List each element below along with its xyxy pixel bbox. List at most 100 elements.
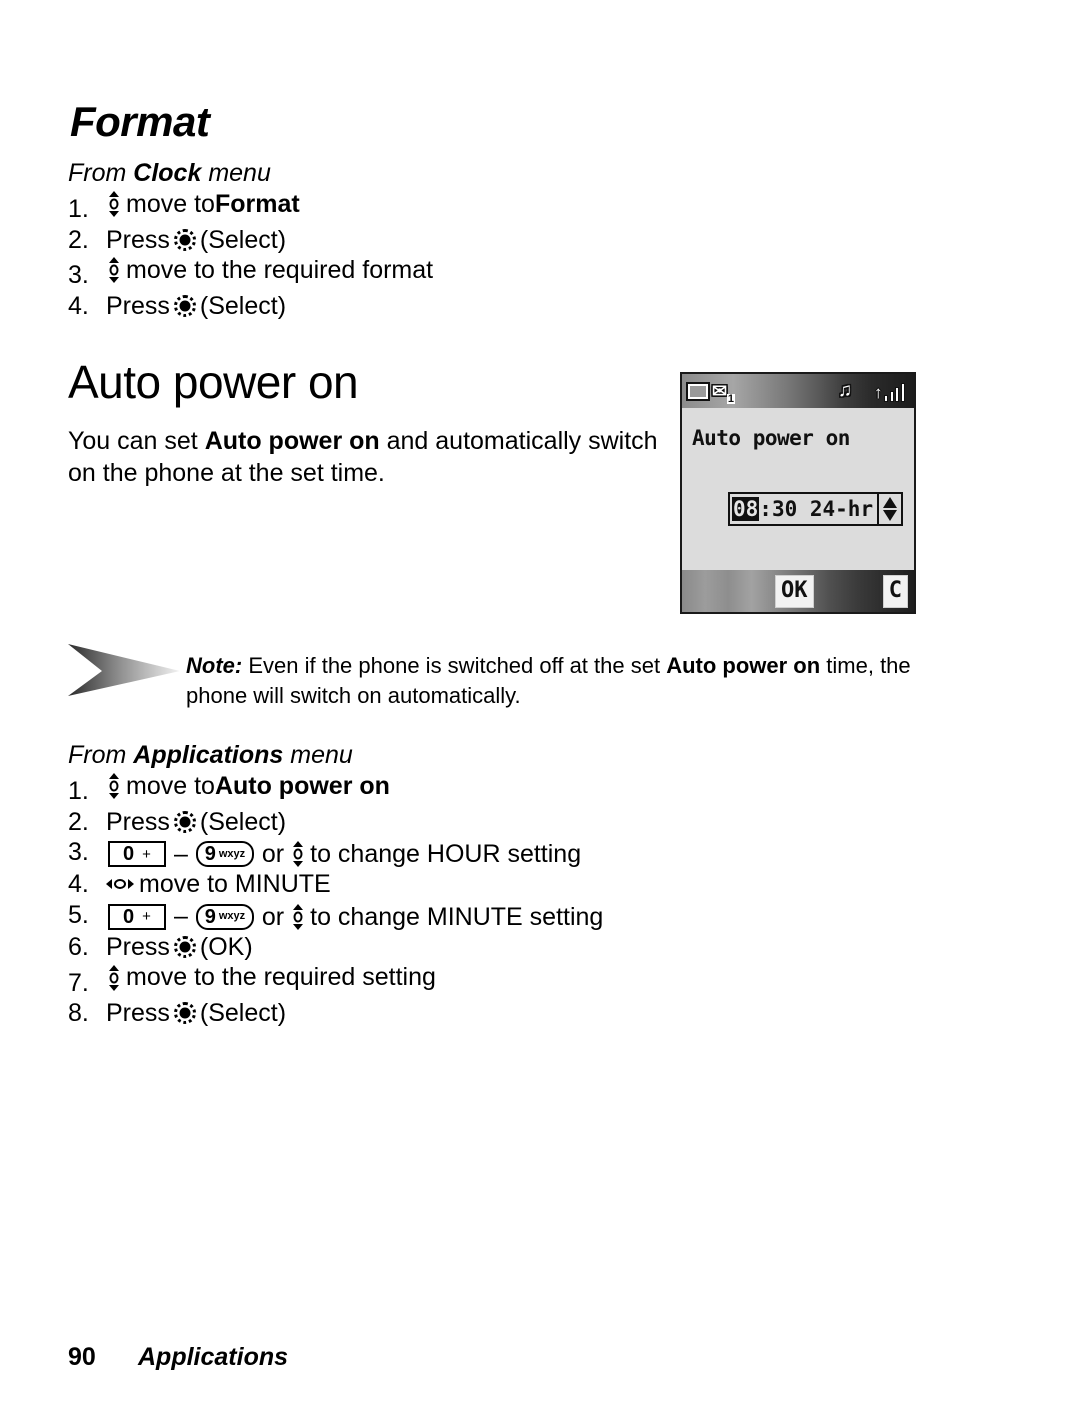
phone-screen-body: Auto power on 08:30 24-hr xyxy=(682,408,914,570)
step-item: 5. 0 + – 9 wxyz or to change MINUTE sett… xyxy=(68,900,603,932)
from-prefix: From xyxy=(68,741,134,769)
updown-nav-icon xyxy=(290,841,305,868)
key-digit: 0 xyxy=(123,843,135,866)
time-rest: :30 24-hr xyxy=(759,497,874,521)
step-text: Press xyxy=(106,225,170,254)
keypad-key-0-icon: 0 + xyxy=(108,903,166,930)
updown-nav-icon xyxy=(106,191,121,218)
step-item: 1. move to Format xyxy=(68,189,433,225)
step-text: move to MINUTE xyxy=(139,870,331,899)
step-number: 7. xyxy=(68,968,89,997)
keypad-key-0-icon: 0 + xyxy=(108,841,166,868)
time-setting-field[interactable]: 08:30 24-hr xyxy=(728,492,904,526)
signal-icon: ↑ xyxy=(874,380,910,402)
select-key-icon xyxy=(173,1002,196,1025)
select-key-icon xyxy=(173,936,196,959)
step-bold-text: Auto power on xyxy=(214,772,390,800)
step-item: 2. Press (Select) xyxy=(68,807,603,837)
step-text-after: (Select) xyxy=(199,291,287,320)
phone-softkey-bar: OK C xyxy=(682,570,914,612)
step-text: to change HOUR setting xyxy=(310,839,582,868)
updown-nav-icon xyxy=(106,257,121,284)
note-arrow-icon xyxy=(68,644,180,696)
step-number: 3. xyxy=(68,838,89,867)
intro-paragraph: You can set Auto power on and automatica… xyxy=(68,425,658,489)
manual-page: Format From Clock menu 1. move to Format… xyxy=(0,0,1080,1408)
step-item: 6. Press (OK) xyxy=(68,932,603,962)
from-menu-line-clock: From Clock menu xyxy=(68,158,433,189)
step-number: 1. xyxy=(68,777,89,806)
intro-part1: You can set xyxy=(68,427,205,455)
step-text: move to xyxy=(126,190,215,218)
step-or-word: or xyxy=(261,839,285,868)
step-item: 3. move to the required format xyxy=(68,255,433,291)
step-text-after: (Select) xyxy=(199,999,287,1028)
step-number: 1. xyxy=(68,195,89,224)
step-text: Press xyxy=(106,999,170,1028)
message-count: 1 xyxy=(726,392,735,405)
step-item: 7. move to the required setting xyxy=(68,962,603,998)
procedure-auto-power-on: From Applications menu 1. move to Auto p… xyxy=(68,740,603,1028)
step-number: 3. xyxy=(68,261,89,290)
note-label: Note: xyxy=(186,653,243,678)
key-label: wxyz xyxy=(218,910,246,923)
keypad-key-9-icon: 9 wxyz xyxy=(195,841,254,868)
step-number: 4. xyxy=(68,870,89,899)
softkey-clear[interactable]: C xyxy=(882,574,908,608)
step-text-after: (Select) xyxy=(199,225,287,254)
step-item: 1. move to Auto power on xyxy=(68,771,603,807)
step-text-after: (OK) xyxy=(199,933,253,962)
note-text: Note: Even if the phone is switched off … xyxy=(186,651,936,711)
leftright-nav-icon xyxy=(106,876,134,892)
section-heading-auto-power-on: Auto power on xyxy=(68,356,359,408)
step-bold-text: Format xyxy=(214,190,300,218)
step-item: 8. Press (Select) xyxy=(68,998,603,1028)
from-suffix: menu xyxy=(283,741,353,769)
step-item: 4. Press (Select) xyxy=(68,291,433,321)
softkey-ok[interactable]: OK xyxy=(775,574,814,608)
step-number: 4. xyxy=(68,291,89,320)
step-item: 2. Press (Select) xyxy=(68,225,433,255)
chapter-name: Applications xyxy=(138,1343,289,1371)
page-number: 90 xyxy=(68,1343,96,1371)
procedure-format: From Clock menu 1. move to Format 2. Pre… xyxy=(68,158,433,321)
section-heading-format: Format xyxy=(70,98,210,145)
step-item: 4. move to MINUTE xyxy=(68,869,603,900)
key-range-dash: – xyxy=(174,839,188,868)
step-text: Press xyxy=(106,291,170,320)
phone-status-bar: ✉ 1 ♫ ↑ xyxy=(682,374,914,408)
battery-icon xyxy=(686,381,710,401)
key-range-dash: – xyxy=(174,902,188,931)
key-digit: 9 xyxy=(204,843,216,866)
select-key-icon xyxy=(173,228,196,251)
page-footer: 90 Applications xyxy=(68,1343,288,1372)
key-digit: 9 xyxy=(204,905,216,928)
melody-icon: ♫ xyxy=(837,380,853,401)
from-prefix: From xyxy=(68,159,134,187)
step-number: 8. xyxy=(68,999,89,1028)
step-text: move to xyxy=(126,772,215,800)
step-number: 5. xyxy=(68,900,89,929)
step-text-after: (Select) xyxy=(199,807,287,836)
updown-nav-icon xyxy=(106,964,121,991)
from-menu-name: Clock xyxy=(133,159,202,187)
key-digit: 0 xyxy=(123,905,135,928)
keypad-key-9-icon: 9 wxyz xyxy=(195,903,254,930)
select-key-icon xyxy=(173,294,196,317)
step-number: 2. xyxy=(68,225,89,254)
phone-screen-illustration: ✉ 1 ♫ ↑ Auto power on 08:30 24-hr OK C xyxy=(680,372,916,614)
up-down-spinner-icon[interactable] xyxy=(877,494,902,524)
step-number: 6. xyxy=(68,933,89,962)
time-hour-selected[interactable]: 08 xyxy=(732,497,760,521)
step-or-word: or xyxy=(261,902,285,931)
key-label: + xyxy=(142,908,151,926)
message-icon: ✉ 1 xyxy=(712,380,735,405)
phone-screen-title: Auto power on xyxy=(692,426,850,450)
from-menu-name: Applications xyxy=(133,741,284,769)
key-label: + xyxy=(142,845,151,863)
step-text: move to the required setting xyxy=(126,963,436,992)
step-number: 2. xyxy=(68,807,89,836)
select-key-icon xyxy=(173,810,196,833)
step-text: Press xyxy=(106,933,170,962)
step-text: move to the required format xyxy=(126,256,434,285)
